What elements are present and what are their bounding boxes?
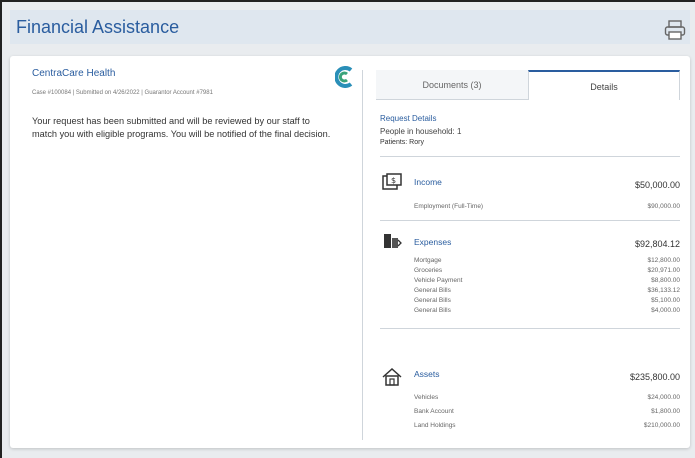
household-count: People in household: 1 [380,127,462,136]
expense-row-label: Mortgage [414,257,442,264]
page-header: Financial Assistance [10,10,690,44]
income-total: $50,000.00 [634,180,680,190]
income-row-value: $90,000.00 [647,203,680,210]
expense-row-label: General Bills [414,287,451,294]
section-divider [380,156,680,157]
expense-row-label: General Bills [414,297,451,304]
asset-row-label: Land Holdings [414,422,456,429]
status-message: Your request has been submitted and will… [32,116,331,139]
tab-documents[interactable]: Documents (3) [376,70,528,100]
income-row-label: Employment (Full-Time) [414,203,484,210]
income-label: Income [414,177,442,187]
column-divider [362,70,363,440]
assets-label: Assets [414,369,440,379]
app-frame: Financial Assistance CentraCare Health C… [0,0,695,458]
expense-row-label: Groceries [414,267,443,274]
asset-row-label: Bank Account [414,408,454,415]
page-title: Financial Assistance [16,17,180,37]
house-icon [382,368,402,386]
provider-name[interactable]: CentraCare Health [32,68,115,79]
expenses-icon [384,234,402,248]
expenses-total: $92,804.12 [634,239,680,249]
assistance-card: CentraCare Health Case #100084 | Submitt… [10,56,690,448]
asset-row-value: $210,000.00 [643,422,680,429]
tab-bar: Documents (3) Details [376,70,680,100]
expenses-label: Expenses [414,237,452,247]
printer-icon[interactable] [664,20,686,40]
expense-row-value: $8,800.00 [651,277,680,284]
expense-row-label: General Bills [414,307,451,314]
tab-details[interactable]: Details [528,70,680,100]
asset-row-label: Vehicles [414,394,439,401]
expense-row-value: $20,971.00 [647,267,680,274]
income-icon: $ [382,173,402,190]
section-divider [380,328,680,329]
expense-row-value: $5,100.00 [651,297,680,304]
request-details-title: Request Details [380,114,437,123]
expense-row-value: $36,133.12 [647,287,680,294]
assets-total: $235,800.00 [629,372,680,382]
expense-row-value: $4,000.00 [651,307,680,314]
centracare-logo-icon [335,66,353,88]
asset-row-value: $1,800.00 [651,408,680,415]
svg-text:$: $ [391,176,396,185]
case-info: Case #100084 | Submitted on 4/26/2022 | … [32,90,213,96]
section-divider [380,220,680,221]
patients-list: Patients: Rory [380,139,424,146]
asset-row-value: $24,000.00 [647,394,680,401]
expense-row-label: Vehicle Payment [414,277,463,284]
expense-row-value: $12,800.00 [647,257,680,264]
